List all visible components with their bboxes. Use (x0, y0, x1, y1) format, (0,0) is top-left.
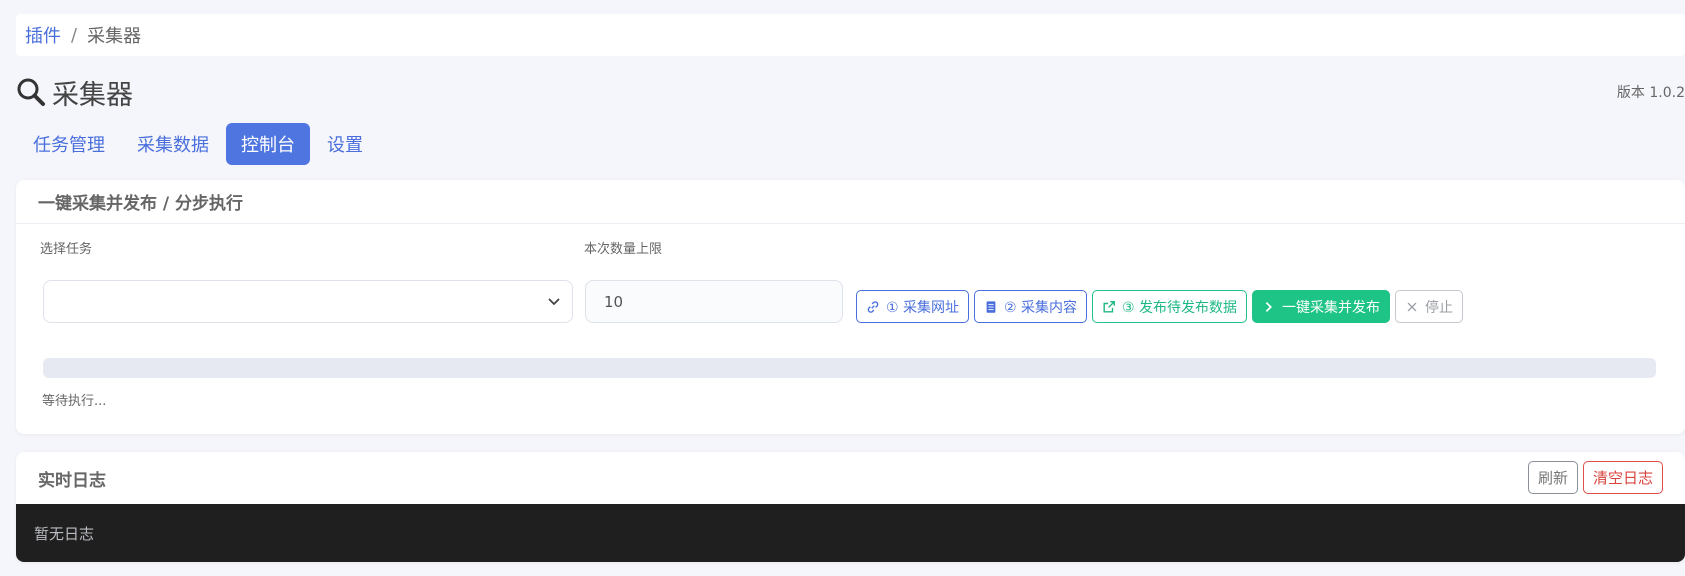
page-header: 采集器 版本 1.0.2 (16, 74, 1685, 111)
log-title: 实时日志 (38, 470, 106, 491)
log-actions: 刷新 清空日志 (1523, 461, 1663, 494)
clear-log-button[interactable]: 清空日志 (1582, 461, 1663, 494)
external-link-icon (1103, 300, 1115, 313)
stop-label: 停止 (1425, 299, 1454, 316)
publish-pending-label: ③ 发布待发布数据 (1122, 299, 1238, 316)
refresh-button[interactable]: 刷新 (1527, 461, 1578, 494)
version-label: 版本 1.0.2 (1616, 85, 1685, 101)
collect-urls-button[interactable]: ① 采集网址 (856, 290, 970, 323)
tab-collected-data[interactable]: 采集数据 (122, 123, 224, 165)
tab-bar: 任务管理 采集数据 控制台 设置 (18, 123, 380, 165)
document-icon (986, 300, 996, 313)
task-select[interactable] (43, 280, 573, 323)
log-output: 暂无日志 (16, 504, 1685, 562)
limit-input[interactable] (585, 280, 843, 323)
limit-input-label: 本次数量上限 (584, 242, 663, 257)
log-header: 实时日志 刷新 清空日志 (16, 452, 1685, 504)
breadcrumb-separator: / (71, 24, 78, 46)
tab-console[interactable]: 控制台 (226, 123, 310, 165)
collect-content-button[interactable]: ② 采集内容 (974, 290, 1088, 323)
log-panel: 实时日志 刷新 清空日志 暂无日志 (16, 452, 1685, 562)
page-title: 采集器 (52, 79, 133, 111)
task-select-label: 选择任务 (40, 242, 93, 257)
breadcrumb-link-plugins[interactable]: 插件 (25, 22, 61, 48)
breadcrumb: 插件 / 采集器 (16, 14, 1685, 56)
tab-task-management[interactable]: 任务管理 (18, 123, 120, 165)
console-panel: 一键采集并发布 / 分步执行 选择任务 本次数量上限 ① 采集网址 ② 采集内容 (16, 180, 1685, 434)
tab-settings[interactable]: 设置 (312, 123, 378, 165)
action-buttons: ① 采集网址 ② 采集内容 ③ 发布待发布数据 一键采集并发布 停止 (856, 290, 1468, 323)
publish-pending-button[interactable]: ③ 发布待发布数据 (1092, 290, 1248, 323)
one-click-collect-publish-button[interactable]: 一键采集并发布 (1252, 290, 1391, 323)
breadcrumb-current: 采集器 (87, 26, 142, 47)
one-click-label: 一键采集并发布 (1282, 299, 1381, 316)
log-empty-text: 暂无日志 (34, 524, 95, 543)
close-icon (1407, 302, 1417, 311)
collect-urls-label: ① 采集网址 (886, 299, 960, 316)
stop-button[interactable]: 停止 (1395, 290, 1464, 323)
collect-content-label: ② 采集内容 (1004, 299, 1078, 316)
status-text: 等待执行... (42, 394, 107, 409)
search-icon (17, 78, 45, 106)
chevron-right-icon (1265, 301, 1273, 312)
chevron-down-icon (548, 298, 560, 306)
panel-title: 一键采集并发布 / 分步执行 (16, 180, 1685, 224)
progress-bar (43, 358, 1656, 378)
link-icon (867, 300, 879, 313)
